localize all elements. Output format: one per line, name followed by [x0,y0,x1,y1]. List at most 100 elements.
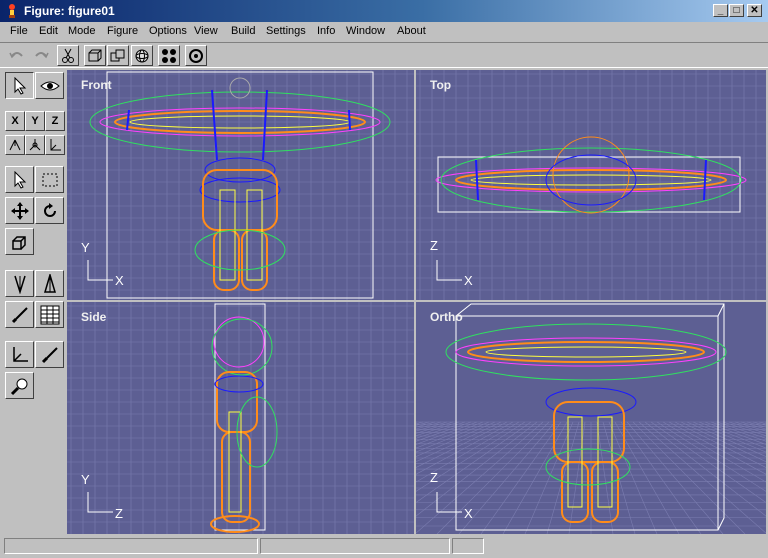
sphere-button[interactable] [131,45,153,66]
marquee-select-button[interactable] [35,166,64,193]
ortho-axis-h-label: X [464,506,473,521]
menu-info[interactable]: Info [317,25,335,37]
top-view-label: Top [430,78,452,92]
taper-icon [13,275,26,294]
arrow-cursor-icon [14,76,26,95]
side-axis-glyph [87,492,113,513]
grid-tool-button[interactable] [35,301,64,328]
magnifier-icon [10,378,27,395]
rotate-tool-button[interactable] [35,197,64,224]
top-axis-h-label: X [464,273,473,288]
redo-button[interactable] [30,45,52,66]
brush-icon [11,306,28,323]
box-icon [88,49,102,61]
translate-in-out-button[interactable] [5,341,34,368]
dual-box-button[interactable] [107,45,129,66]
four-view-button[interactable] [158,45,180,66]
status-pane-1 [4,538,258,554]
top-axis-glyph [436,260,462,281]
menu-options[interactable]: Options [149,25,187,37]
grid-icon [40,305,59,324]
ortho-axis-v-label: Z [430,470,438,485]
chain-break-button[interactable] [35,270,64,297]
axis-x-button[interactable]: X [5,111,25,131]
axes-icon [29,139,41,151]
menu-bar: File Edit Mode Figure Options View Build… [0,22,768,41]
cut-button[interactable] [57,45,79,66]
axis-corner-icon [12,346,28,362]
zoom-tool-button[interactable] [5,372,34,399]
ortho-view-label: Ortho [430,310,463,324]
menu-figure[interactable]: Figure [107,25,138,37]
axis-tri-button-1[interactable] [5,135,25,155]
menu-build[interactable]: Build [231,25,255,37]
app-icon[interactable] [4,3,20,19]
front-axis-h-label: X [115,273,124,288]
side-axis-h-label: Z [115,506,123,521]
top-viewport[interactable]: Top Z X [416,70,766,300]
side-viewport[interactable]: Side Y Z [67,302,414,534]
top-axis-v-label: Z [430,238,438,253]
front-axis-v-label: Y [81,240,90,255]
window-title: Figure: figure01 [24,4,115,18]
undo-button[interactable] [6,45,28,66]
redo-icon [35,51,49,58]
undo-icon [9,51,23,58]
brush-icon [41,346,58,363]
view-eye-button[interactable] [35,72,64,99]
eye-icon [39,81,60,90]
scale-box-icon [11,235,26,250]
axis-tri-button-2[interactable] [25,135,45,155]
menu-view[interactable]: View [194,25,218,37]
menu-about[interactable]: About [397,25,426,37]
box-view-button[interactable] [84,45,106,66]
sphere-icon [135,49,149,62]
move-tool-button[interactable] [5,197,34,224]
move-cross-icon [10,201,29,220]
ortho-figure [445,303,727,531]
front-figure [89,71,391,299]
close-button[interactable]: ✕ [747,4,762,17]
axes-icon [50,139,61,151]
scissors-icon [62,48,74,63]
front-view-label: Front [81,78,112,92]
select-arrow-button[interactable] [5,72,34,99]
scale-tool-button[interactable] [5,228,34,255]
pointer-tool-button[interactable] [5,166,34,193]
front-viewport[interactable]: Front Y X [67,70,414,300]
side-axis-v-label: Y [81,472,90,487]
twist-tool-button[interactable] [5,301,34,328]
side-view-label: Side [81,310,107,324]
four-dots-icon [162,48,176,63]
ortho-axis-glyph [436,492,462,513]
status-pane-2 [260,538,450,554]
rotate-icon [43,202,56,217]
ortho-viewport[interactable]: Ortho Z X [416,302,766,534]
axis-z-button[interactable]: Z [45,111,65,131]
front-axis-glyph [87,260,113,281]
menu-settings[interactable]: Settings [266,25,306,37]
top-figure [435,136,747,214]
menu-mode[interactable]: Mode [68,25,96,37]
menu-file[interactable]: File [10,25,28,37]
spike-icon [43,273,56,293]
rotate-circle-icon [189,48,203,63]
side-figure [210,303,278,533]
maximize-button[interactable]: □ [729,4,744,17]
axis-y-button[interactable]: Y [25,111,45,131]
axis-tri-button-3[interactable] [45,135,65,155]
status-pane-3 [452,538,484,554]
dashed-rect-icon [42,173,57,186]
menu-window[interactable]: Window [346,25,385,37]
menu-edit[interactable]: Edit [39,25,58,37]
taper-tool-button[interactable] [5,270,34,297]
toolbar [0,42,768,68]
rotate-view-button[interactable] [185,45,207,66]
boxes-icon [110,49,125,61]
status-bar [0,536,768,558]
minimize-button[interactable]: _ [713,4,728,17]
axes-icon [9,139,21,151]
direct-manipulation-button[interactable] [35,341,64,368]
title-bar: Figure: figure01 _ □ ✕ [0,0,768,22]
arrow-cursor-icon [14,170,26,189]
